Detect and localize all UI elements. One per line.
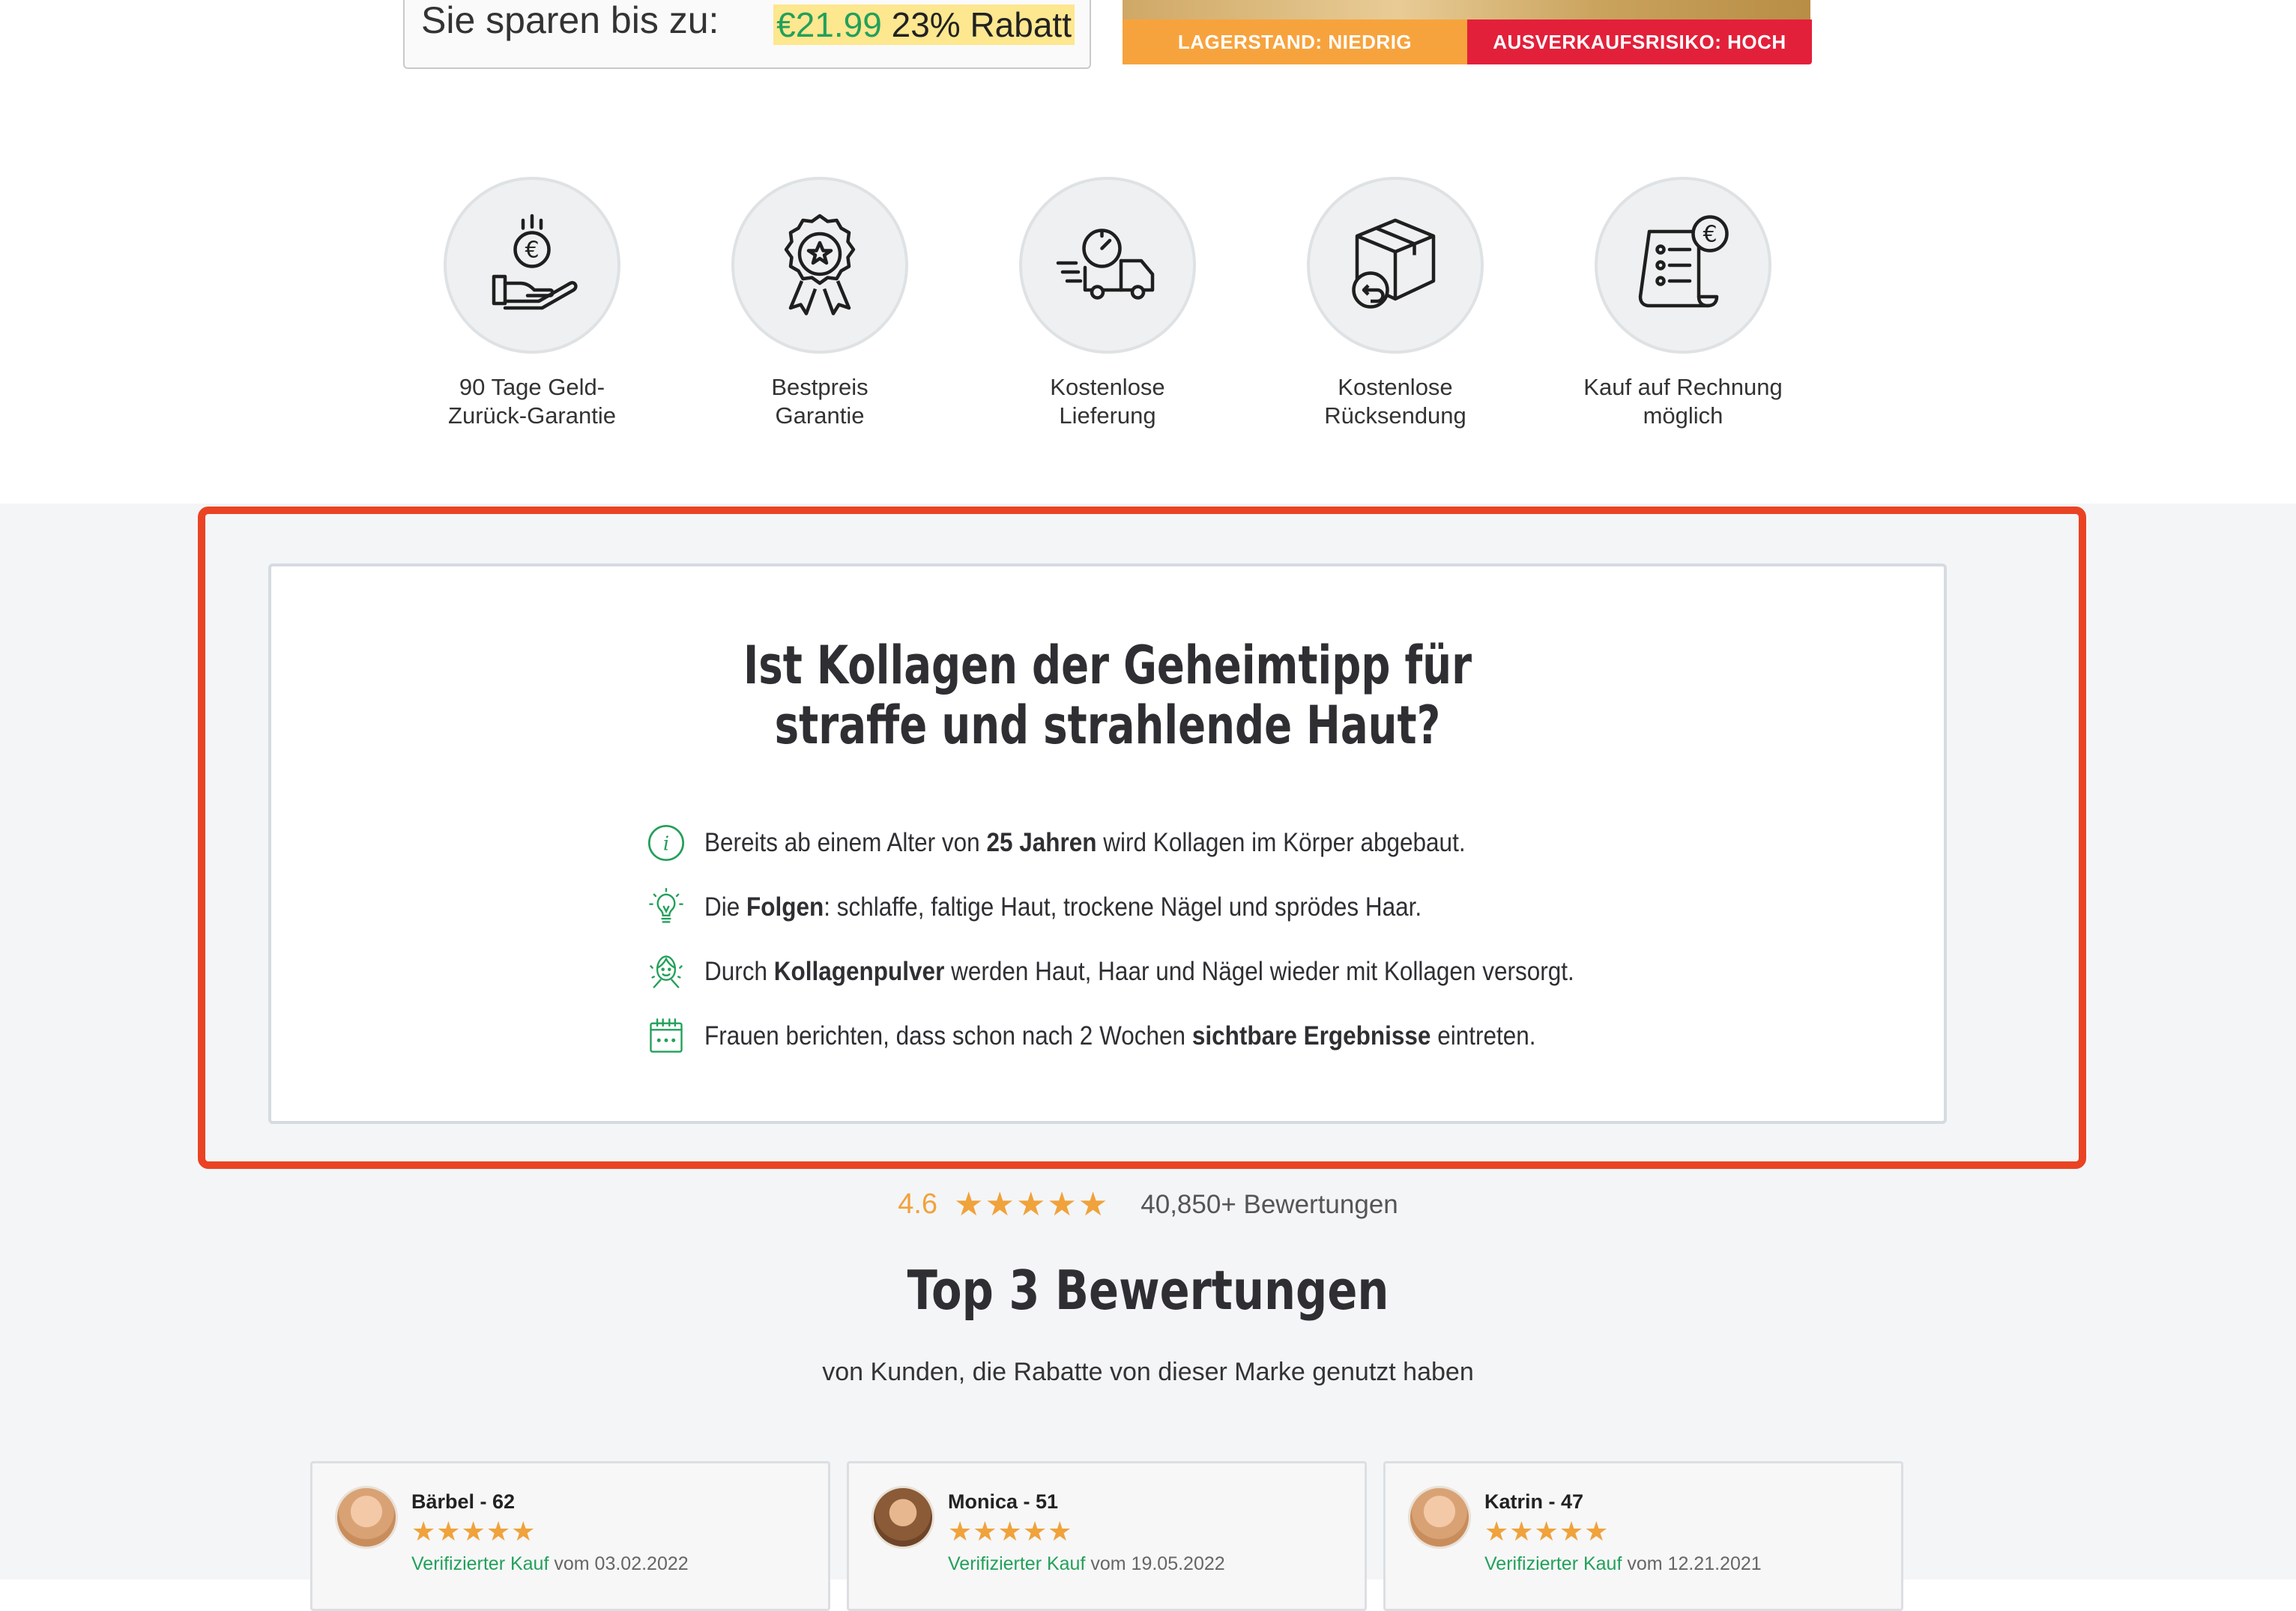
reviews-heading: Top 3 Bewertungen [907, 1259, 1389, 1322]
review-verification: Verifizierter Kauf vom 19.05.2022 [948, 1553, 1225, 1574]
avatar [871, 1486, 934, 1549]
avatar [335, 1486, 398, 1549]
savings-box: Sie sparen bis zu: €21.99 23% Rabatt [403, 0, 1091, 69]
rating-count: 40,850+ Bewertungen [1141, 1189, 1398, 1219]
review-stars-icon: ★★★★★ [1484, 1516, 1610, 1547]
rating-summary[interactable]: 4.6 ★★★★★ 40,850+ Bewertungen [0, 1185, 2296, 1224]
feature-free-delivery: Kostenlose Lieferung [995, 177, 1220, 430]
award-badge-icon [784, 214, 856, 315]
feature-icon-circle [1019, 177, 1196, 354]
reviews-subtitle: von Kunden, die Rabatte von dieser Marke… [822, 1358, 1474, 1386]
sellout-risk-badge: AUSVERKAUFSRISIKO: HOCH [1467, 19, 1812, 64]
delivery-truck-icon [1056, 229, 1155, 300]
highlight-frame [198, 507, 2086, 1169]
reviewer-name: Monica - 51 [948, 1490, 1059, 1513]
feature-free-return: Kostenlose Rücksendung [1283, 177, 1508, 430]
review-card[interactable]: Katrin - 47 ★★★★★ Verifizierter Kauf vom… [1383, 1461, 1903, 1611]
feature-label: Kostenlose Lieferung [1050, 374, 1165, 429]
feature-invoice: € Kauf auf Rechnung möglich [1571, 177, 1795, 430]
reviewer-name: Bärbel - 62 [411, 1490, 516, 1513]
review-stars-icon: ★★★★★ [411, 1516, 537, 1547]
savings-label: Sie sparen bis zu: [421, 0, 719, 41]
product-image-strip [1123, 0, 1810, 19]
feature-icon-circle: € [1595, 177, 1771, 354]
savings-price: €21.99 [776, 5, 882, 44]
feature-best-price: Bestpreis Garantie [707, 177, 932, 430]
avatar [1408, 1486, 1471, 1549]
return-box-icon [1352, 218, 1436, 309]
review-verification: Verifizierter Kauf vom 12.21.2021 [1484, 1553, 1762, 1574]
invoice-euro-icon: € [1638, 215, 1729, 308]
rating-stars-icon: ★★★★★ [954, 1186, 1110, 1223]
savings-highlight: €21.99 23% Rabatt [773, 4, 1075, 45]
review-verification: Verifizierter Kauf vom 03.02.2022 [411, 1553, 689, 1574]
svg-text:€: € [1703, 222, 1717, 248]
feature-label: Bestpreis Garantie [771, 374, 868, 429]
feature-icon-circle [731, 177, 908, 354]
savings-discount: 23% Rabatt [891, 5, 1072, 44]
feature-label: Kauf auf Rechnung möglich [1583, 374, 1783, 429]
feature-money-back: € 90 Tage Geld- Zurück-Garantie [420, 177, 644, 430]
feature-icon-circle: € [444, 177, 620, 354]
feature-icon-circle [1307, 177, 1484, 354]
review-stars-icon: ★★★★★ [948, 1516, 1073, 1547]
review-card[interactable]: Bärbel - 62 ★★★★★ Verifizierter Kauf vom… [310, 1461, 830, 1611]
reviewer-name: Katrin - 47 [1484, 1490, 1584, 1513]
review-card[interactable]: Monica - 51 ★★★★★ Verifizierter Kauf vom… [847, 1461, 1367, 1611]
svg-text:€: € [525, 238, 539, 264]
rating-score: 4.6 [898, 1188, 938, 1220]
feature-label: Kostenlose Rücksendung [1324, 374, 1466, 429]
stock-level-badge: LAGERSTAND: NIEDRIG [1123, 19, 1467, 64]
money-back-hand-icon: € [492, 214, 578, 310]
feature-label: 90 Tage Geld- Zurück-Garantie [448, 374, 616, 429]
